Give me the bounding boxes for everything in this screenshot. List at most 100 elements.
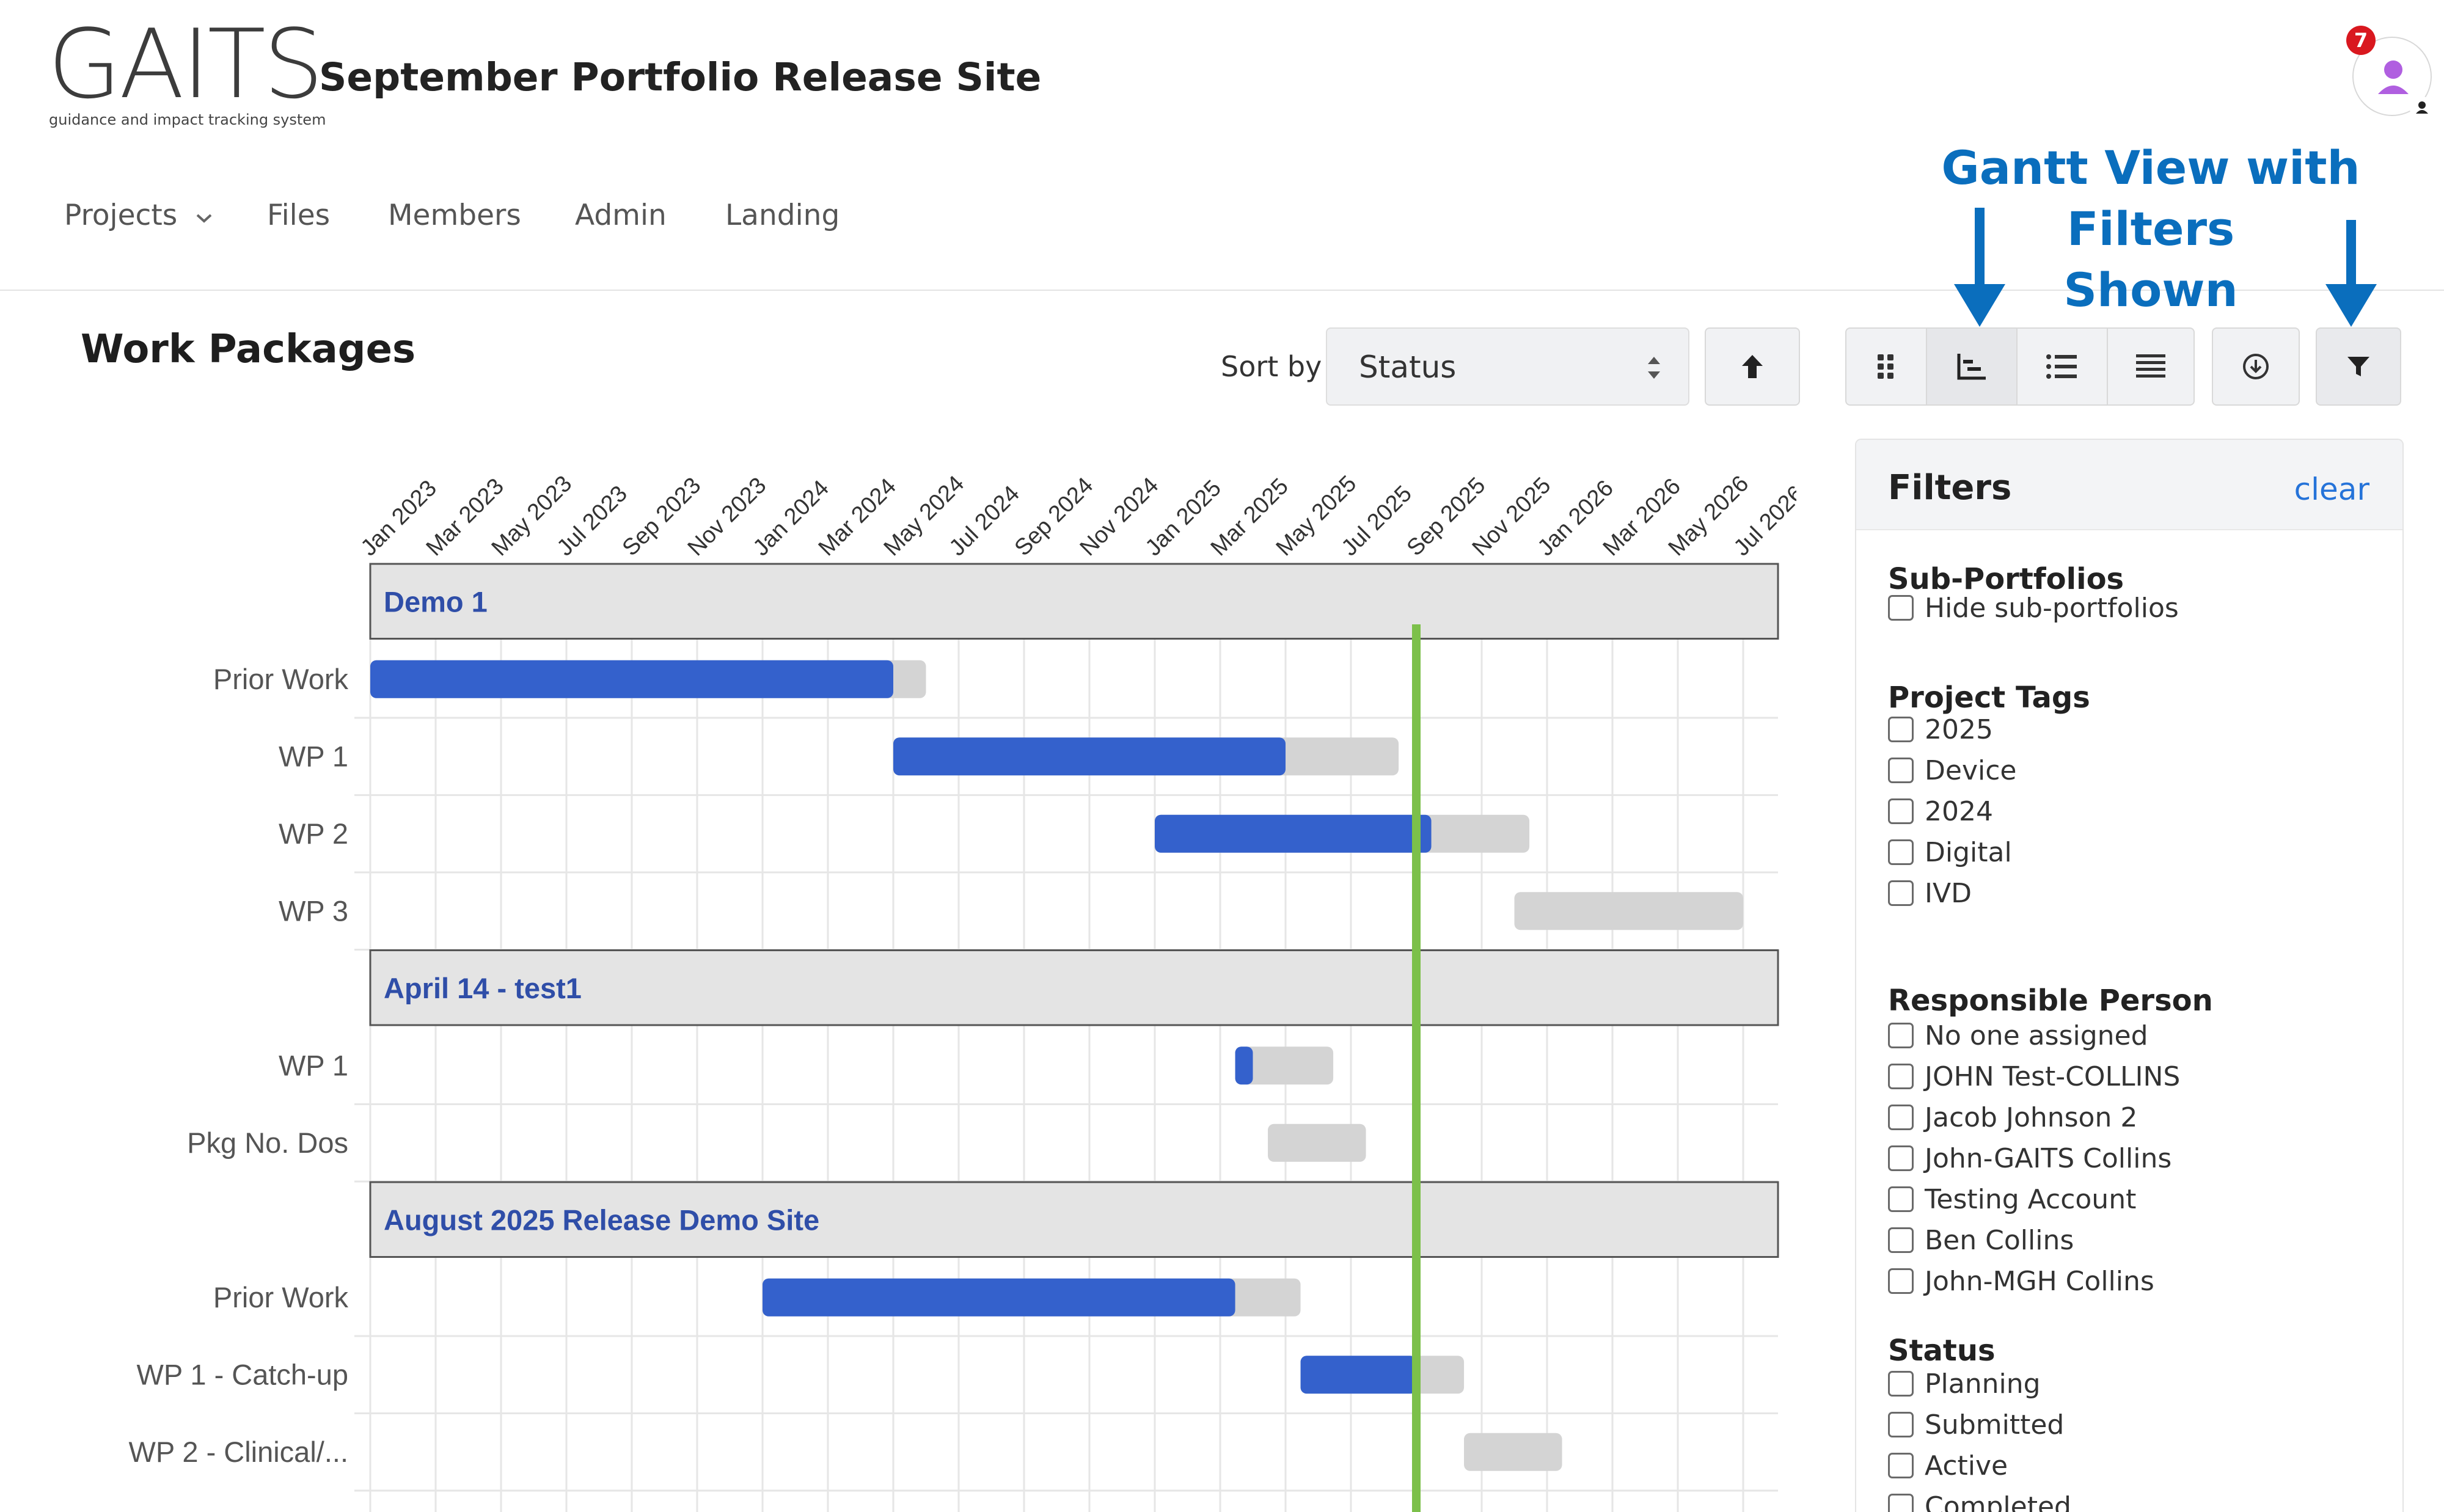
gantt-task-label: Prior Work — [213, 1281, 349, 1313]
download-icon — [2243, 354, 2269, 379]
gantt-bar-progress — [763, 1278, 1235, 1317]
page-title: Work Packages — [81, 327, 416, 372]
gantt-task-label: Pkg No. Dos — [187, 1127, 348, 1159]
filter-option[interactable]: Active — [1888, 1447, 2008, 1484]
filter-option[interactable]: IVD — [1888, 875, 1972, 911]
filter-option-label: John-GAITS Collins — [1925, 1142, 2172, 1174]
filters-title: Filters — [1888, 468, 2012, 508]
filters-panel: Filters clear Sub-Portfolios Hide sub-por… — [1855, 439, 2404, 1512]
logo-wordmark: GAITS — [48, 9, 324, 120]
filter-option[interactable]: No one assigned — [1888, 1017, 2148, 1054]
filter-option[interactable]: Hide sub-portfolios — [1888, 590, 2179, 626]
filter-checkbox[interactable] — [1888, 758, 1914, 783]
filter-option-label: Digital — [1925, 836, 2012, 868]
compact-list-icon — [2136, 354, 2165, 378]
filter-section-title: Status — [1888, 1334, 1996, 1368]
filter-checkbox[interactable] — [1888, 1268, 1914, 1294]
filter-icon — [2347, 357, 2369, 376]
download-button[interactable] — [2212, 327, 2300, 406]
gantt-bar-progress — [1155, 814, 1432, 853]
gantt-group-label: Demo 1 — [384, 585, 488, 618]
gantt-task-label: WP 1 - Catch-up — [136, 1358, 348, 1390]
gantt-group-label: August 2025 Release Demo Site — [384, 1203, 819, 1236]
nav-admin[interactable]: Admin — [575, 199, 667, 232]
gantt-group-label: April 14 - test1 — [384, 972, 582, 1004]
annotation-arrow-filter — [2325, 220, 2377, 327]
filter-option[interactable]: Planning — [1888, 1365, 2041, 1402]
filter-option[interactable]: John-MGH Collins — [1888, 1263, 2154, 1299]
filter-checkbox[interactable] — [1888, 717, 1914, 742]
filter-option-label: Testing Account — [1925, 1183, 2137, 1215]
filter-checkbox[interactable] — [1888, 1494, 1914, 1512]
filter-option-label: Hide sub-portfolios — [1925, 592, 2179, 624]
filter-option[interactable]: 2025 — [1888, 711, 1993, 748]
filter-option[interactable]: JOHN Test-COLLINS — [1888, 1058, 2180, 1095]
filter-option-label: Device — [1925, 754, 2017, 786]
arrow-up-icon — [1742, 355, 1763, 378]
filter-toggle-button[interactable] — [2316, 327, 2401, 406]
filter-checkbox[interactable] — [1888, 798, 1914, 824]
filter-checkbox[interactable] — [1888, 839, 1914, 865]
filter-option[interactable]: Jacob Johnson 2 — [1888, 1099, 2137, 1136]
gantt-bar-progress — [1235, 1046, 1253, 1085]
view-list-button[interactable] — [2016, 327, 2108, 406]
chevron-down-icon — [196, 214, 212, 223]
filter-option[interactable]: 2024 — [1888, 793, 1993, 830]
filter-checkbox[interactable] — [1888, 1412, 1914, 1437]
filter-checkbox[interactable] — [1888, 1023, 1914, 1048]
gantt-view-icon — [1957, 354, 1986, 380]
filter-checkbox[interactable] — [1888, 880, 1914, 906]
gantt-bar-remaining — [1464, 1433, 1562, 1471]
filter-checkbox[interactable] — [1888, 1371, 1914, 1397]
filter-section-title: Responsible Person — [1888, 984, 2213, 1018]
filter-checkbox[interactable] — [1888, 1105, 1914, 1130]
filter-option[interactable]: Submitted — [1888, 1406, 2064, 1443]
filter-option[interactable]: Completed — [1888, 1488, 2071, 1512]
filter-option[interactable]: Testing Account — [1888, 1181, 2136, 1218]
view-grid-button[interactable] — [1845, 327, 1927, 406]
annotation-arrow-gantt — [1954, 208, 2005, 327]
nav-projects[interactable]: Projects — [64, 199, 214, 232]
filter-option-label: Submitted — [1925, 1409, 2065, 1441]
filter-option-label: JOHN Test-COLLINS — [1925, 1061, 2181, 1092]
logo-tagline: guidance and impact tracking system — [49, 111, 326, 128]
gantt-task-label: WP 2 - Clinical/... — [128, 1436, 348, 1468]
gantt-bar-remaining — [1514, 892, 1743, 930]
filter-option[interactable]: Digital — [1888, 834, 2012, 871]
filter-option-label: 2025 — [1925, 714, 1993, 745]
view-gantt-button[interactable] — [1926, 327, 2018, 406]
filter-checkbox[interactable] — [1888, 1227, 1914, 1253]
filter-checkbox[interactable] — [1888, 595, 1914, 621]
filter-option[interactable]: Device — [1888, 752, 2016, 789]
filter-checkbox[interactable] — [1888, 1064, 1914, 1089]
nav-files[interactable]: Files — [267, 199, 330, 232]
notification-badge[interactable]: 7 — [2346, 26, 2376, 55]
gantt-task-label: WP 3 — [279, 894, 348, 927]
filter-option-label: John-MGH Collins — [1925, 1265, 2154, 1297]
filter-option-label: Completed — [1925, 1491, 2071, 1512]
filter-checkbox[interactable] — [1888, 1145, 1914, 1171]
gantt-bar-progress — [1300, 1356, 1416, 1394]
nav-members[interactable]: Members — [388, 199, 521, 232]
sort-direction-button[interactable] — [1705, 327, 1800, 406]
filter-checkbox[interactable] — [1888, 1453, 1914, 1478]
gantt-bar-remaining — [1268, 1123, 1366, 1162]
filter-option-label: IVD — [1925, 877, 1972, 909]
filter-section-title: Project Tags — [1888, 681, 2090, 715]
gantt-bar-progress — [893, 737, 1286, 776]
nav-projects-label: Projects — [64, 199, 178, 232]
gantt-chart: Jan 2023Mar 2023May 2023Jul 2023Sep 2023… — [128, 471, 1796, 1512]
filters-clear-link[interactable]: clear — [2294, 472, 2369, 507]
filter-option[interactable]: John-GAITS Collins — [1888, 1140, 2171, 1177]
filter-option[interactable]: Ben Collins — [1888, 1222, 2074, 1258]
view-compact-button[interactable] — [2107, 327, 2195, 406]
gantt-bar-progress — [370, 660, 893, 698]
nav-landing[interactable]: Landing — [725, 199, 840, 232]
gantt-task-label: WP 1 — [279, 1049, 348, 1081]
gaits-logo[interactable]: GAITS guidance and impact tracking syste… — [48, 9, 326, 134]
filter-option-label: 2024 — [1925, 795, 1993, 827]
filter-checkbox[interactable] — [1888, 1186, 1914, 1212]
filters-header: Filters clear — [1856, 440, 2402, 530]
sort-label: Sort by — [1221, 350, 1322, 383]
sort-select[interactable]: Status — [1326, 327, 1689, 406]
